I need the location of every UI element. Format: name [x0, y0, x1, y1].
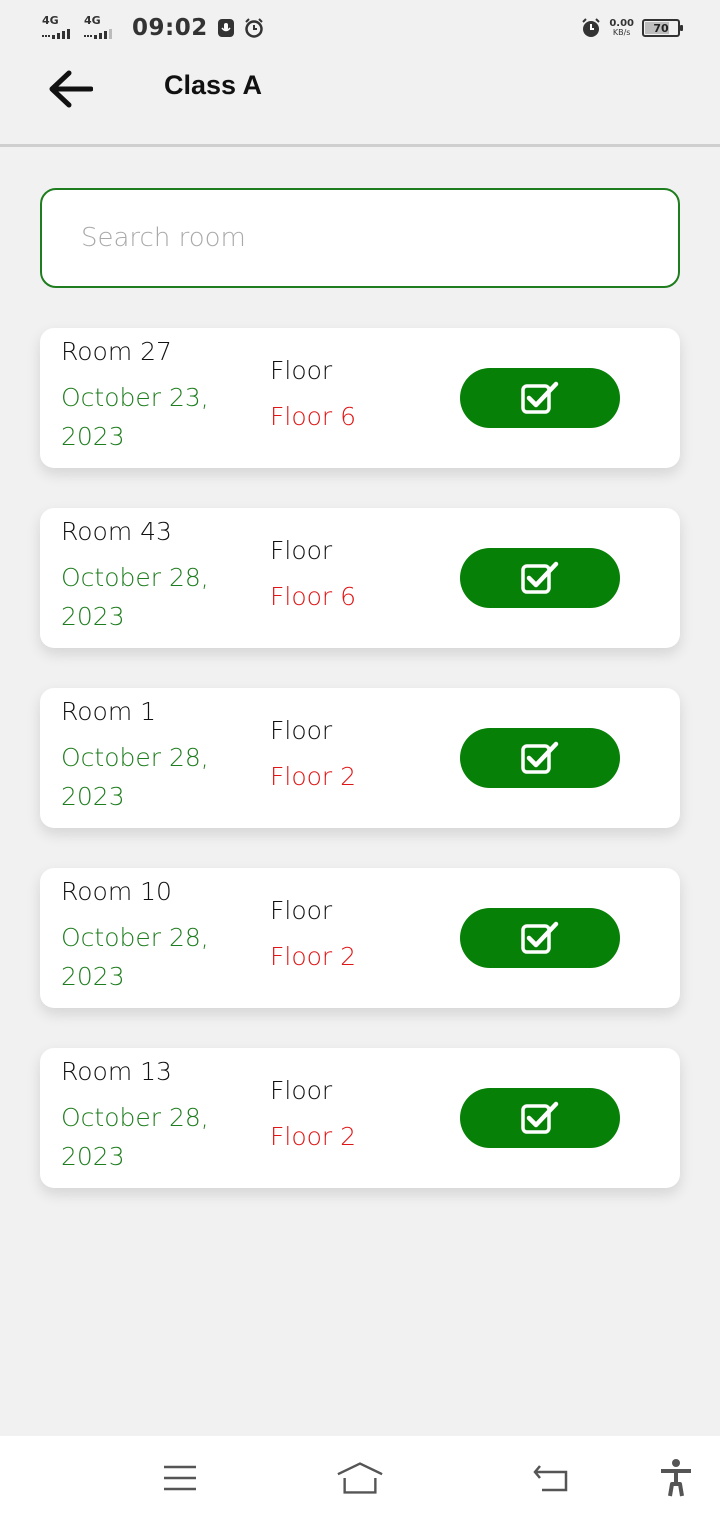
floor-label: Floor — [270, 896, 333, 925]
page-title: Class A — [164, 70, 263, 100]
check-in-button[interactable] — [460, 728, 620, 788]
clock: 09:02 — [132, 15, 208, 41]
signal-icon: 4G — [42, 15, 76, 41]
back-button[interactable] — [46, 66, 94, 112]
accessibility-icon — [661, 1459, 691, 1497]
search-box — [40, 188, 680, 288]
check-square-icon — [521, 741, 559, 774]
back-nav-button[interactable] — [526, 1456, 574, 1500]
room-name: Room 10 — [61, 877, 172, 906]
status-right: 0.00 KB/s 70 — [581, 18, 683, 38]
room-card[interactable]: Room 13 October 28, 2023 Floor Floor 2 — [40, 1048, 680, 1188]
check-square-icon — [521, 561, 559, 594]
home-button[interactable] — [336, 1456, 384, 1500]
check-in-button[interactable] — [460, 908, 620, 968]
check-in-button[interactable] — [460, 1088, 620, 1148]
room-list: Room 27 October 23, 2023 Floor Floor 6 Room … — [40, 328, 680, 1228]
app-bar: Class A — [0, 56, 720, 146]
alarm-icon — [244, 18, 264, 38]
check-in-button[interactable] — [460, 368, 620, 428]
battery-icon: 70 — [642, 19, 683, 37]
speed-unit: KB/s — [612, 28, 631, 37]
floor-label: Floor — [270, 536, 333, 565]
check-square-icon — [521, 381, 559, 414]
alarm-icon — [581, 18, 601, 38]
room-card[interactable]: Room 43 October 28, 2023 Floor Floor 6 — [40, 508, 680, 648]
floor-label: Floor — [270, 716, 333, 745]
check-in-button[interactable] — [460, 548, 620, 608]
room-date: October 28, 2023 — [61, 1103, 209, 1171]
room-name: Room 43 — [61, 517, 172, 546]
room-name: Room 1 — [61, 697, 157, 726]
speed-value: 0.00 — [609, 18, 634, 29]
search-input[interactable] — [81, 223, 678, 253]
system-nav-bar — [0, 1436, 720, 1520]
home-icon — [337, 1462, 383, 1494]
room-name: Room 13 — [61, 1057, 172, 1086]
room-name: Room 27 — [61, 337, 172, 366]
status-left: 4G 4G 09:02 — [42, 15, 264, 41]
voicemail-icon — [216, 18, 236, 38]
battery-level: 70 — [653, 21, 669, 35]
signal-icon: 4G — [84, 15, 118, 41]
room-date: October 28, 2023 — [61, 563, 209, 631]
floor-value: Floor 6 — [270, 582, 357, 611]
room-date: October 28, 2023 — [61, 743, 209, 811]
floor-value: Floor 2 — [270, 762, 357, 791]
menu-icon — [164, 1465, 196, 1491]
back-icon — [533, 1465, 568, 1492]
room-card[interactable]: Room 10 October 28, 2023 Floor Floor 2 — [40, 868, 680, 1008]
room-date: October 23, 2023 — [61, 383, 209, 451]
network-type: 4G — [84, 14, 101, 27]
check-square-icon — [521, 921, 559, 954]
room-card[interactable]: Room 27 October 23, 2023 Floor Floor 6 — [40, 328, 680, 468]
menu-button[interactable] — [156, 1456, 204, 1500]
room-date: October 28, 2023 — [61, 923, 209, 991]
floor-value: Floor 2 — [270, 1122, 357, 1151]
arrow-left-icon — [49, 70, 93, 108]
room-card[interactable]: Room 1 October 28, 2023 Floor Floor 2 — [40, 688, 680, 828]
status-bar: 4G 4G 09:02 0.00 KB/s 70 — [0, 0, 720, 56]
floor-label: Floor — [270, 356, 333, 385]
floor-label: Floor — [270, 1076, 333, 1105]
app-bar-divider — [0, 144, 720, 147]
floor-value: Floor 2 — [270, 942, 357, 971]
check-square-icon — [521, 1101, 559, 1134]
network-speed: 0.00 KB/s — [609, 18, 634, 38]
accessibility-button[interactable] — [652, 1456, 700, 1500]
floor-value: Floor 6 — [270, 402, 357, 431]
network-type: 4G — [42, 14, 59, 27]
